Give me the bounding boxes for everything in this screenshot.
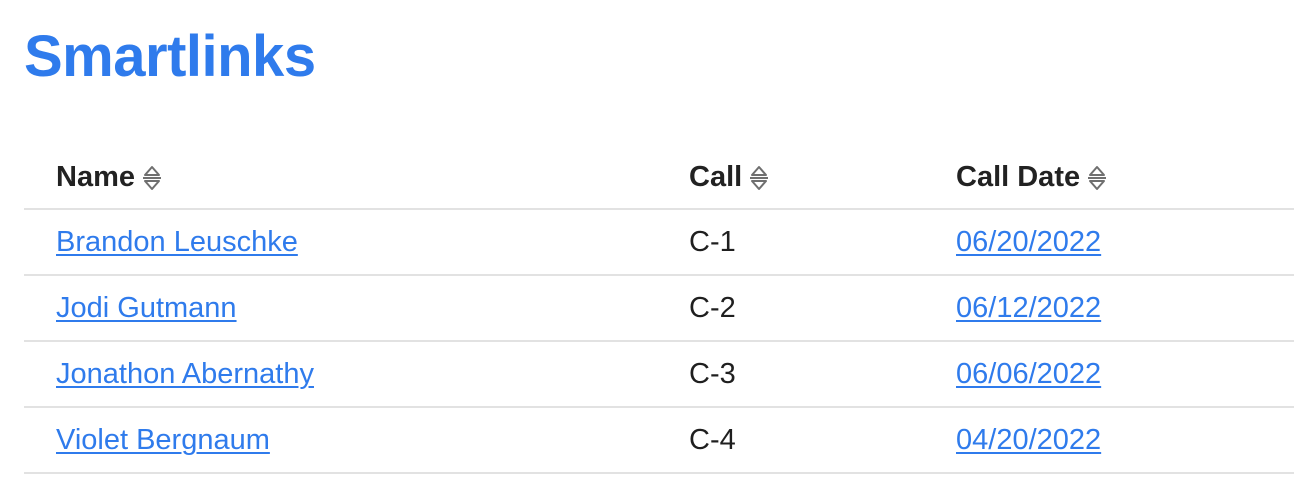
column-header-name[interactable]: Name xyxy=(24,146,657,210)
table-header: Name Call Call Date xyxy=(24,146,1294,210)
cell-name: Brandon Leuschke xyxy=(24,209,657,276)
column-header-call-date[interactable]: Call Date xyxy=(924,146,1294,210)
cell-call-date: 04/20/2022 xyxy=(924,407,1294,474)
call-date-link[interactable]: 04/20/2022 xyxy=(956,424,1101,456)
sort-updown-icon[interactable] xyxy=(748,163,770,193)
contact-name-link[interactable]: Violet Bergnaum xyxy=(56,424,270,456)
cell-call: C-1 xyxy=(657,209,924,276)
call-date-link[interactable]: 06/12/2022 xyxy=(956,292,1101,324)
cell-call: C-2 xyxy=(657,275,924,342)
contact-name-link[interactable]: Jodi Gutmann xyxy=(56,292,237,324)
page-title: Smartlinks xyxy=(24,24,316,89)
contact-name-link[interactable]: Jonathon Abernathy xyxy=(56,358,314,390)
table-row: Jodi Gutmann C-2 06/12/2022 xyxy=(24,275,1294,342)
call-date-link[interactable]: 06/20/2022 xyxy=(956,226,1101,258)
cell-call-date: 06/06/2022 xyxy=(924,341,1294,408)
table-row: Violet Bergnaum C-4 04/20/2022 xyxy=(24,407,1294,474)
call-date-link[interactable]: 06/06/2022 xyxy=(956,358,1101,390)
column-header-label: Call Date xyxy=(956,160,1081,193)
column-header-call[interactable]: Call xyxy=(657,146,924,210)
cell-name: Violet Bergnaum xyxy=(24,407,657,474)
cell-name: Jodi Gutmann xyxy=(24,275,657,342)
table-row: Jonathon Abernathy C-3 06/06/2022 xyxy=(24,341,1294,408)
table-row: Brandon Leuschke C-1 06/20/2022 xyxy=(24,209,1294,276)
cell-call-date: 06/12/2022 xyxy=(924,275,1294,342)
cell-call: C-4 xyxy=(657,407,924,474)
sort-updown-icon[interactable] xyxy=(1086,163,1108,193)
table-body: Brandon Leuschke C-1 06/20/2022 Jodi Gut… xyxy=(24,209,1294,474)
cell-call: C-3 xyxy=(657,341,924,408)
contact-name-link[interactable]: Brandon Leuschke xyxy=(56,226,298,258)
smartlinks-table: Name Call Call Date Brandon Leuschke C-1… xyxy=(24,146,1294,474)
table-header-row: Name Call Call Date xyxy=(24,146,1294,210)
sort-updown-icon[interactable] xyxy=(141,163,163,193)
column-header-label: Call xyxy=(689,160,743,193)
cell-call-date: 06/20/2022 xyxy=(924,209,1294,276)
cell-name: Jonathon Abernathy xyxy=(24,341,657,408)
column-header-label: Name xyxy=(56,160,135,193)
